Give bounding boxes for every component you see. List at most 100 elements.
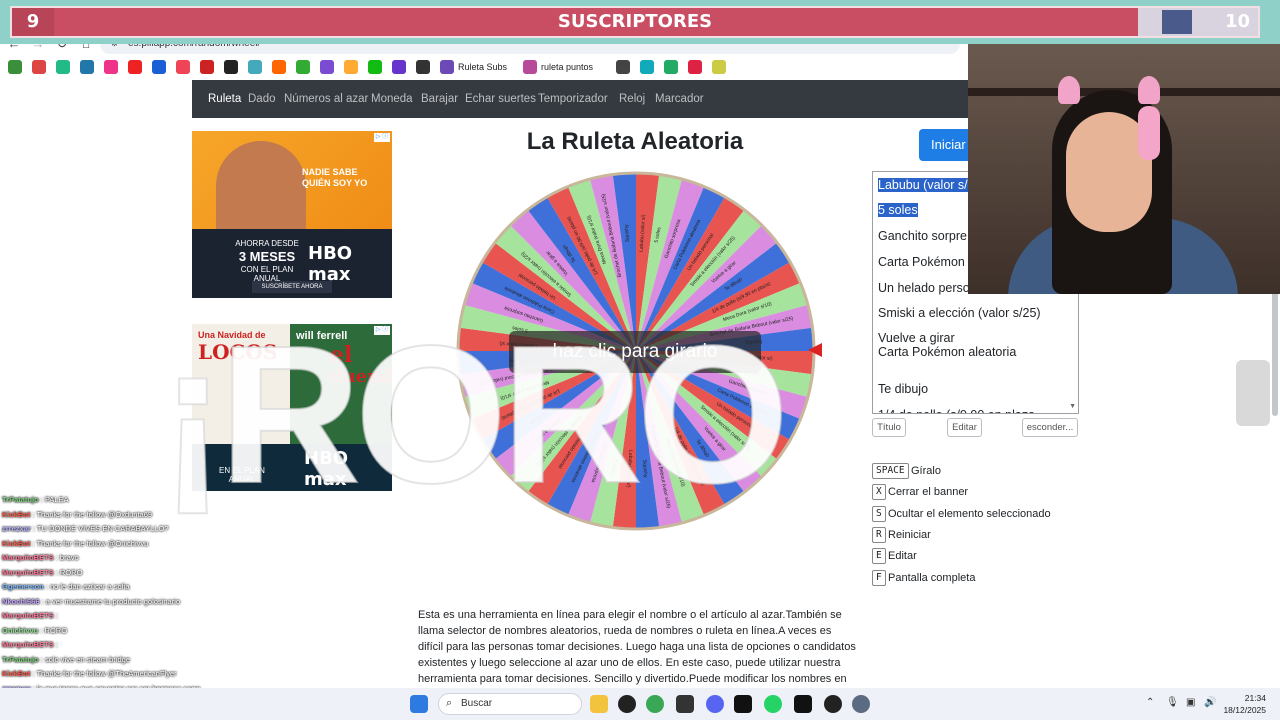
hide-button[interactable]: esconder... <box>1022 418 1078 437</box>
chat-username[interactable]: TrPatatujo <box>2 495 39 504</box>
bookmark-icon[interactable] <box>416 60 430 74</box>
list-item[interactable]: Ganchito sorpre <box>878 229 967 243</box>
chat-username[interactable]: Ggemerson <box>2 582 44 591</box>
bookmark-icon[interactable] <box>56 60 70 74</box>
network-icon[interactable]: ▣ <box>1186 697 1195 708</box>
bookmark-icon[interactable] <box>368 60 382 74</box>
page-title: La Ruleta Aleatoria <box>526 128 744 155</box>
list-item[interactable]: Smiski a elección (valor s/25) <box>878 306 1041 320</box>
list-item[interactable]: Carta Pokémon <box>878 255 965 269</box>
chat-username[interactable]: MarquitoBETS <box>2 553 54 562</box>
headset-icon <box>1138 106 1160 160</box>
ad-title: NADIE SABE QUIÉN SOY YO <box>302 167 368 188</box>
file-explorer-icon[interactable] <box>590 695 608 713</box>
list-item[interactable]: Carta Pokémon aleatoria <box>878 345 1016 359</box>
bookmark-icon[interactable] <box>224 60 238 74</box>
page-scrollbar[interactable] <box>1272 290 1278 416</box>
chat-text: : bravo <box>55 553 79 562</box>
nav-item-3[interactable]: Moneda <box>371 80 413 118</box>
nav-item-5[interactable]: Echar suertes <box>465 80 536 118</box>
taskbar-clock[interactable]: 21:34 18/12/2025 <box>1206 692 1266 716</box>
bookmark-icon[interactable] <box>392 60 406 74</box>
bookmark-icon[interactable] <box>176 60 190 74</box>
bookmark-icon[interactable] <box>664 60 678 74</box>
bookmark-icon[interactable] <box>8 60 22 74</box>
chat-username[interactable]: MarquitoBETS <box>2 611 54 620</box>
nav-item-0[interactable]: Ruleta <box>208 80 241 118</box>
ad-subscribe-button[interactable]: SUSCRÍBETE AHORA <box>252 281 332 293</box>
nav-item-4[interactable]: Barajar <box>421 80 458 118</box>
chatgpt-icon[interactable] <box>618 695 636 713</box>
bookmark-icon[interactable] <box>80 60 94 74</box>
chat-username[interactable]: KickBot <box>2 510 30 519</box>
chat-username[interactable]: Nkochi666 <box>2 597 40 606</box>
nav-item-8[interactable]: Marcador <box>655 80 704 118</box>
bookmark-icon[interactable] <box>248 60 262 74</box>
list-item[interactable]: Labubu (valor s/ <box>878 178 968 192</box>
chat-message: Ggemerson : no le dan azúcar a sofia <box>2 581 130 593</box>
nav-item-2[interactable]: Números al azar <box>284 80 368 118</box>
whatsapp-icon[interactable] <box>764 695 782 713</box>
capcut-icon[interactable] <box>676 695 694 713</box>
chat-username[interactable]: Onichivvu <box>2 626 38 635</box>
chat-username[interactable]: MarquitoBETS <box>2 640 54 649</box>
chat-username[interactable]: zrrezxar <box>2 524 31 533</box>
bookmark-icon[interactable] <box>712 60 726 74</box>
chat-text: : <box>55 640 58 649</box>
microphone-icon[interactable]: 🎙 <box>1166 697 1179 708</box>
edit-button[interactable]: Editar <box>947 418 982 437</box>
taskbar-search[interactable]: ⌕ Buscar <box>438 693 582 715</box>
bookmark-icon[interactable] <box>32 60 46 74</box>
bookmark-icon[interactable] <box>104 60 118 74</box>
bookmark-icon[interactable] <box>344 60 358 74</box>
bookmark-icon[interactable] <box>440 60 454 74</box>
ad-banner-hbo-series[interactable]: NADIE SABE QUIÉN SOY YO ▷ ⓘ AHORRA DESDE… <box>192 131 392 298</box>
obs-icon[interactable] <box>824 695 842 713</box>
bookmark-icon[interactable] <box>200 60 214 74</box>
bookmark-icon[interactable] <box>640 60 654 74</box>
chrome-icon[interactable] <box>646 695 664 713</box>
chat-text: : <box>55 611 58 620</box>
bookmark-icon[interactable] <box>296 60 310 74</box>
bookmark-icon[interactable] <box>152 60 166 74</box>
side-figure <box>1236 360 1270 426</box>
chat-username[interactable]: MarquitoBETS <box>2 568 54 577</box>
subscriber-banner: SUSCRIPTORES 9 10 <box>0 0 1280 44</box>
bookmark-icon[interactable] <box>128 60 142 74</box>
notion-icon-2[interactable] <box>794 695 812 713</box>
bookmark-label[interactable]: ruleta puntos <box>541 60 593 74</box>
discord-icon[interactable] <box>706 695 724 713</box>
hbo-max-logo: HBO max <box>308 243 353 285</box>
chat-text: : Thanks for the follow @TheAmericanFlye… <box>32 669 177 678</box>
settings-icon[interactable] <box>852 695 870 713</box>
ad-offer-panel: AHORRA DESDE 3 MESES CON EL PLAN ANUAL H… <box>192 229 392 298</box>
bookmark-label[interactable]: Ruleta Subs <box>458 60 507 74</box>
banner-left-number: 9 <box>12 8 54 36</box>
bookmark-icon[interactable] <box>320 60 334 74</box>
stream-chat: TrPatatujo : PALEA KickBot : Thanks for t… <box>0 486 240 720</box>
banner-thumbnail <box>1162 10 1192 34</box>
nav-item-7[interactable]: Reloj <box>619 80 645 118</box>
ad-info-icon[interactable]: ▷ ⓘ <box>374 133 390 142</box>
nav-item-6[interactable]: Temporizador <box>538 80 608 118</box>
bookmark-icon[interactable] <box>272 60 286 74</box>
list-item[interactable]: Te dibujo <box>878 382 928 396</box>
list-item[interactable]: Vuelve a girar <box>878 331 955 345</box>
list-item[interactable]: 1/4 de pollo (s/9.90 en plaza <box>878 408 1035 413</box>
chat-username[interactable]: KickBot <box>2 539 30 548</box>
bookmark-icon[interactable] <box>688 60 702 74</box>
chat-username[interactable]: TrPatatujo <box>2 655 39 664</box>
chat-username[interactable]: KickBot <box>2 669 30 678</box>
list-item[interactable]: Un helado perso <box>878 281 970 295</box>
list-item[interactable]: 5 soles <box>878 203 918 217</box>
windows-start-icon[interactable] <box>410 695 428 713</box>
shortcut-label: Pantalla completa <box>888 572 976 584</box>
scroll-down-icon[interactable]: ▼ <box>1069 403 1076 410</box>
chat-text: : solo vive en steam bridge <box>40 654 130 664</box>
bookmark-icon[interactable] <box>523 60 537 74</box>
bookmark-icon[interactable] <box>616 60 630 74</box>
nav-item-1[interactable]: Dado <box>248 80 276 118</box>
tray-chevron-icon[interactable]: ⌃ <box>1146 697 1154 708</box>
webcam-overlay <box>968 38 1280 294</box>
notion-icon[interactable] <box>734 695 752 713</box>
